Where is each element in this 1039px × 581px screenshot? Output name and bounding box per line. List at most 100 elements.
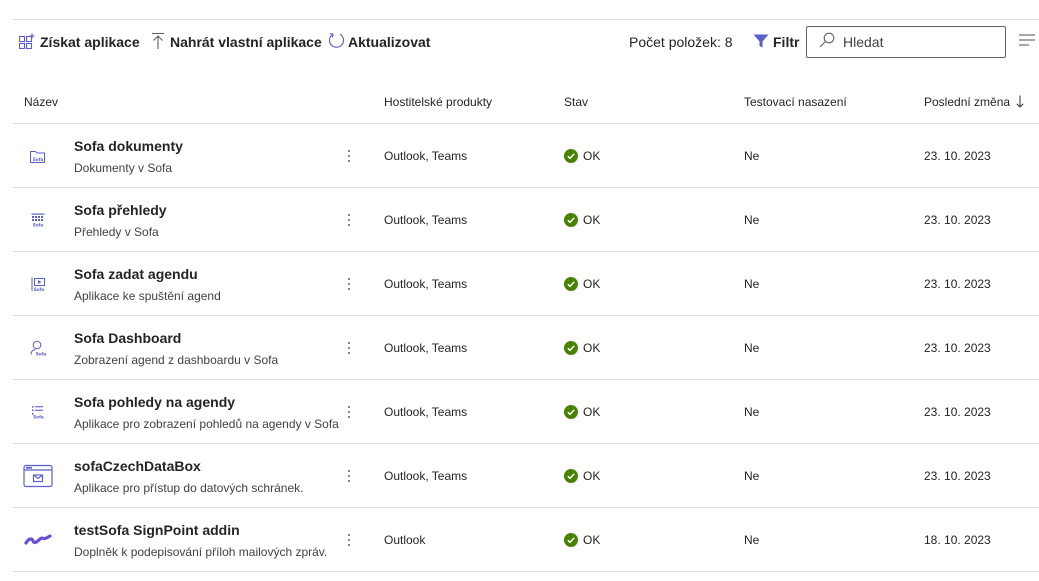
header-name[interactable]: Název — [24, 80, 58, 123]
table-header: Název Hostitelské produkty Stav Testovac… — [13, 80, 1039, 124]
last-modified: 23. 10. 2023 — [924, 469, 991, 483]
filter-label: Filtr — [773, 34, 800, 50]
host-products: Outlook, Teams — [384, 213, 468, 227]
more-options-icon[interactable] — [339, 336, 359, 360]
app-title[interactable]: testSofa SignPoint addin — [74, 522, 240, 538]
upload-app-button[interactable]: Nahrát vlastní aplikace — [151, 26, 322, 58]
last-modified: 23. 10. 2023 — [924, 405, 991, 419]
upload-app-label: Nahrát vlastní aplikace — [170, 34, 322, 50]
table-row[interactable]: sofaCzechDataBox Aplikace pro přístup do… — [13, 444, 1039, 508]
checkmark-circle-icon — [564, 533, 578, 547]
status-cell: OK — [564, 316, 600, 380]
folder-sofa-icon: Sofa — [23, 144, 53, 168]
search-icon — [819, 32, 835, 53]
grid-add-icon — [18, 33, 35, 52]
checkmark-circle-icon — [564, 469, 578, 483]
host-products: Outlook — [384, 533, 426, 547]
checkmark-circle-icon — [564, 149, 578, 163]
app-description: Přehledy v Sofa — [74, 225, 159, 239]
toolbar: Získat aplikace Nahrát vlastní aplikace … — [13, 26, 1039, 58]
get-apps-button[interactable]: Získat aplikace — [18, 26, 140, 58]
more-options-icon[interactable] — [339, 208, 359, 232]
app-title[interactable]: Sofa zadat agendu — [74, 266, 198, 282]
view-options-button[interactable] — [1017, 26, 1037, 58]
upload-icon — [151, 32, 165, 53]
refresh-button[interactable]: Aktualizovat — [328, 26, 430, 58]
grid-sofa-icon: Sofa — [23, 208, 53, 232]
status-cell: OK — [564, 252, 600, 316]
status-cell: OK — [564, 124, 600, 188]
top-divider — [13, 19, 1039, 20]
checkmark-circle-icon — [564, 405, 578, 419]
search-input[interactable] — [843, 34, 993, 50]
test-deployment: Ne — [744, 277, 760, 291]
header-modified[interactable]: Poslední změna — [924, 80, 1024, 123]
status-cell: OK — [564, 444, 600, 508]
host-products: Outlook, Teams — [384, 405, 468, 419]
app-title[interactable]: sofaCzechDataBox — [74, 458, 201, 474]
test-deployment: Ne — [744, 213, 760, 227]
more-options-icon[interactable] — [339, 464, 359, 488]
checkmark-circle-icon — [564, 213, 578, 227]
status-text: OK — [583, 149, 601, 163]
more-options-icon[interactable] — [339, 528, 359, 552]
app-title[interactable]: Sofa přehledy — [74, 202, 167, 218]
status-text: OK — [583, 277, 601, 291]
databox-window-icon — [23, 464, 53, 488]
filter-icon — [753, 33, 769, 52]
signpoint-swoosh-icon — [23, 528, 53, 552]
status-cell: OK — [564, 508, 600, 572]
last-modified: 23. 10. 2023 — [924, 341, 991, 355]
last-modified: 23. 10. 2023 — [924, 149, 991, 163]
status-text: OK — [583, 213, 601, 227]
test-deployment: Ne — [744, 149, 760, 163]
list-lines-icon — [1018, 33, 1036, 52]
app-title[interactable]: Sofa Dashboard — [74, 330, 181, 346]
test-deployment: Ne — [744, 341, 760, 355]
last-modified: 23. 10. 2023 — [924, 277, 991, 291]
header-hosts[interactable]: Hostitelské produkty — [384, 80, 492, 123]
apps-table-body: Sofa Sofa dokumenty Dokumenty v Sofa Out… — [13, 124, 1039, 572]
table-row[interactable]: Sofa Sofa dokumenty Dokumenty v Sofa Out… — [13, 124, 1039, 188]
header-modified-label: Poslední změna — [924, 94, 1011, 109]
checkmark-circle-icon — [564, 341, 578, 355]
app-description: Zobrazení agend z dashboardu v Sofa — [74, 353, 279, 367]
svg-text:Sofa: Sofa — [34, 287, 45, 292]
refresh-label: Aktualizovat — [348, 34, 431, 50]
more-options-icon[interactable] — [339, 400, 359, 424]
status-cell: OK — [564, 380, 600, 444]
search-box[interactable] — [806, 26, 1006, 58]
table-row[interactable]: Sofa Sofa pohledy na agendy Aplikace pro… — [13, 380, 1039, 444]
table-row[interactable]: testSofa SignPoint addin Doplněk k podep… — [13, 508, 1039, 572]
header-status[interactable]: Stav — [564, 80, 588, 123]
table-row[interactable]: Sofa Sofa zadat agendu Aplikace ke spušt… — [13, 252, 1039, 316]
app-description: Doplněk k podepisování příloh mailových … — [74, 545, 328, 559]
filter-button[interactable]: Filtr — [753, 26, 799, 58]
more-options-icon[interactable] — [339, 144, 359, 168]
get-apps-label: Získat aplikace — [40, 34, 140, 50]
table-row[interactable]: Sofa Sofa Dashboard Zobrazení agend z da… — [13, 316, 1039, 380]
status-text: OK — [583, 533, 601, 547]
host-products: Outlook, Teams — [384, 149, 468, 163]
person-sofa-icon: Sofa — [23, 336, 53, 360]
app-description: Aplikace pro zobrazení pohledů na agendy… — [74, 417, 339, 431]
checkmark-circle-icon — [564, 277, 578, 291]
host-products: Outlook, Teams — [384, 341, 468, 355]
play-sofa-icon: Sofa — [23, 272, 53, 296]
host-products: Outlook, Teams — [384, 277, 468, 291]
app-title[interactable]: Sofa pohledy na agendy — [74, 394, 235, 410]
sort-arrow-down-icon — [1016, 95, 1024, 108]
test-deployment: Ne — [744, 469, 760, 483]
svg-text:Sofa: Sofa — [33, 415, 44, 420]
header-test[interactable]: Testovací nasazení — [744, 80, 847, 123]
item-count: Počet položek: 8 — [629, 34, 733, 50]
more-options-icon[interactable] — [339, 272, 359, 296]
app-title[interactable]: Sofa dokumenty — [74, 138, 183, 154]
refresh-icon — [328, 32, 345, 52]
status-text: OK — [583, 341, 601, 355]
status-text: OK — [583, 405, 601, 419]
last-modified: 23. 10. 2023 — [924, 213, 991, 227]
svg-text:Sofa: Sofa — [33, 157, 44, 162]
app-description: Aplikace pro přístup do datových schráne… — [74, 481, 304, 495]
table-row[interactable]: Sofa Sofa přehledy Přehledy v Sofa Outlo… — [13, 188, 1039, 252]
